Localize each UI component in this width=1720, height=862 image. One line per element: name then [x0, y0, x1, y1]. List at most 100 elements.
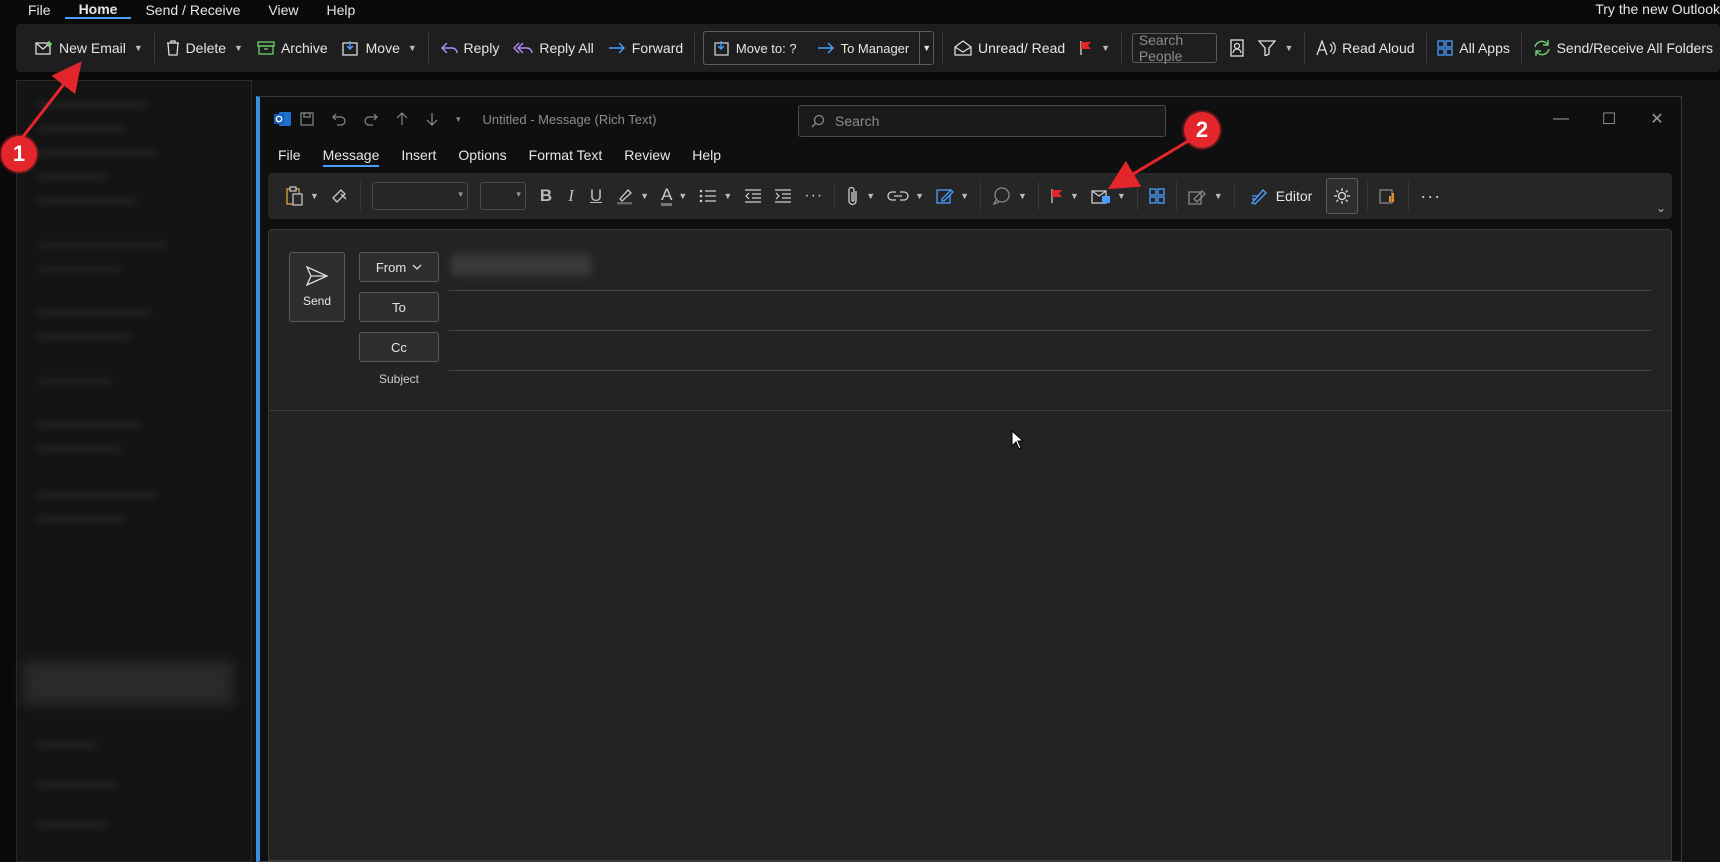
blurred-folder[interactable]: [37, 265, 122, 273]
close-icon[interactable]: ✕: [1633, 109, 1681, 129]
reply-all-button[interactable]: Reply All: [506, 31, 600, 65]
chevron-down-icon[interactable]: ▼: [678, 191, 687, 201]
blurred-folder[interactable]: [37, 781, 117, 789]
menu-file[interactable]: File: [0, 0, 65, 20]
blurred-folder[interactable]: [37, 101, 147, 109]
new-email-button[interactable]: New Email ▼: [28, 31, 150, 65]
highlight-button[interactable]: ▼: [610, 179, 655, 213]
chevron-down-icon[interactable]: ▼: [960, 191, 969, 201]
blurred-folder[interactable]: [37, 241, 167, 249]
chevron-down-icon[interactable]: ▼: [1214, 191, 1223, 201]
sensitivity-button[interactable]: ▼: [1085, 179, 1132, 213]
undo-icon[interactable]: [332, 112, 346, 126]
to-button[interactable]: To: [359, 292, 439, 322]
follow-up-button[interactable]: ▼: [1044, 179, 1085, 213]
customize-qat-icon[interactable]: ▾: [456, 114, 461, 125]
chevron-down-icon[interactable]: ▼: [723, 191, 732, 201]
compose-search-input[interactable]: Search: [798, 105, 1166, 137]
cc-field[interactable]: [449, 370, 1651, 371]
more-paragraph-button[interactable]: ···: [798, 179, 829, 213]
maximize-icon[interactable]: ☐: [1585, 109, 1633, 129]
decrease-indent-button[interactable]: [738, 179, 768, 213]
blurred-folder[interactable]: [37, 197, 137, 205]
italic-button[interactable]: I: [560, 186, 582, 206]
quick-steps-dropdown[interactable]: ▼: [919, 31, 933, 65]
blurred-folder[interactable]: [37, 125, 127, 133]
blurred-folder[interactable]: [37, 491, 157, 499]
chevron-down-icon[interactable]: ▼: [134, 43, 143, 53]
menu-send-receive[interactable]: Send / Receive: [131, 0, 254, 20]
reply-button[interactable]: Reply: [433, 31, 507, 65]
chevron-down-icon[interactable]: ▼: [915, 191, 924, 201]
templates-button[interactable]: ▼: [1182, 179, 1229, 213]
tab-insert[interactable]: Insert: [401, 147, 436, 167]
blurred-folder[interactable]: [37, 377, 112, 385]
subject-field[interactable]: [269, 410, 1671, 411]
signature-button[interactable]: ▼: [930, 179, 975, 213]
chevron-down-icon[interactable]: ▼: [1284, 43, 1293, 53]
chevron-down-icon[interactable]: ▼: [866, 191, 875, 201]
chevron-down-icon[interactable]: ▼: [310, 191, 319, 201]
blurred-folder[interactable]: [37, 309, 152, 317]
blurred-folder[interactable]: [37, 741, 97, 749]
font-size-select[interactable]: [479, 182, 526, 210]
menu-help[interactable]: Help: [313, 0, 370, 20]
forward-button[interactable]: Forward: [601, 31, 690, 65]
quickstep-move-to[interactable]: Move to: ?: [704, 40, 807, 56]
increase-indent-button[interactable]: [768, 179, 798, 213]
underline-button[interactable]: U: [582, 186, 610, 206]
filter-email-button[interactable]: ▼: [1251, 31, 1300, 65]
link-button[interactable]: ▼: [881, 179, 930, 213]
chevron-down-icon[interactable]: ▼: [1101, 43, 1110, 53]
chevron-down-icon[interactable]: ▼: [640, 191, 649, 201]
blurred-folder[interactable]: [37, 515, 127, 523]
send-receive-all-button[interactable]: Send/Receive All Folders: [1526, 31, 1720, 65]
send-button[interactable]: Send: [289, 252, 345, 322]
font-name-select[interactable]: [371, 182, 468, 210]
apps-button[interactable]: [1143, 179, 1171, 213]
tab-format-text[interactable]: Format Text: [529, 147, 603, 167]
move-button[interactable]: Move ▼: [335, 31, 424, 65]
viva-insights-button[interactable]: [1373, 179, 1403, 213]
tab-options[interactable]: Options: [458, 147, 506, 167]
delete-button[interactable]: Delete ▼: [159, 31, 250, 65]
switch-background-button[interactable]: [1326, 178, 1359, 214]
from-button[interactable]: From: [359, 252, 439, 282]
menu-view[interactable]: View: [254, 0, 312, 20]
editor-button[interactable]: Editor: [1240, 187, 1323, 205]
tab-help[interactable]: Help: [692, 147, 721, 167]
chevron-down-icon[interactable]: ▼: [1018, 191, 1027, 201]
ribbon-expand-icon[interactable]: ⌄: [1656, 201, 1666, 215]
arrow-up-icon[interactable]: [396, 112, 408, 126]
blurred-folder[interactable]: [37, 333, 132, 341]
attach-file-button[interactable]: ▼: [840, 179, 881, 213]
minimize-icon[interactable]: —: [1537, 110, 1585, 128]
try-new-outlook-toggle[interactable]: Try the new Outlook: [1595, 0, 1720, 18]
chevron-down-icon[interactable]: ▼: [1117, 191, 1126, 201]
all-apps-button[interactable]: All Apps: [1430, 31, 1517, 65]
read-aloud-button[interactable]: Read Aloud: [1309, 31, 1421, 65]
quickstep-to-manager[interactable]: To Manager: [807, 41, 920, 56]
tab-file[interactable]: File: [278, 147, 301, 167]
blurred-folder[interactable]: [37, 421, 142, 429]
bullets-button[interactable]: ▼: [693, 179, 738, 213]
save-icon[interactable]: [300, 112, 314, 126]
follow-up-flag-button[interactable]: ▼: [1072, 31, 1117, 65]
address-book-button[interactable]: [1223, 31, 1251, 65]
font-color-button[interactable]: A ▼: [655, 179, 693, 213]
more-commands-button[interactable]: ···: [1414, 179, 1447, 213]
search-people-input[interactable]: Search People: [1131, 32, 1218, 64]
cc-button[interactable]: Cc: [359, 332, 439, 362]
tab-review[interactable]: Review: [624, 147, 670, 167]
arrow-down-icon[interactable]: [426, 112, 438, 126]
blurred-folder[interactable]: [37, 149, 157, 157]
bold-button[interactable]: B: [532, 186, 560, 206]
to-field[interactable]: [449, 330, 1651, 331]
format-painter-button[interactable]: [325, 179, 355, 213]
chevron-down-icon[interactable]: ▼: [1070, 191, 1079, 201]
tab-message[interactable]: Message: [322, 147, 380, 167]
menu-home[interactable]: Home: [64, 1, 132, 19]
chevron-down-icon[interactable]: ▼: [408, 43, 417, 53]
blurred-folder[interactable]: [37, 445, 122, 453]
unread-read-button[interactable]: Unread/ Read: [947, 31, 1072, 65]
